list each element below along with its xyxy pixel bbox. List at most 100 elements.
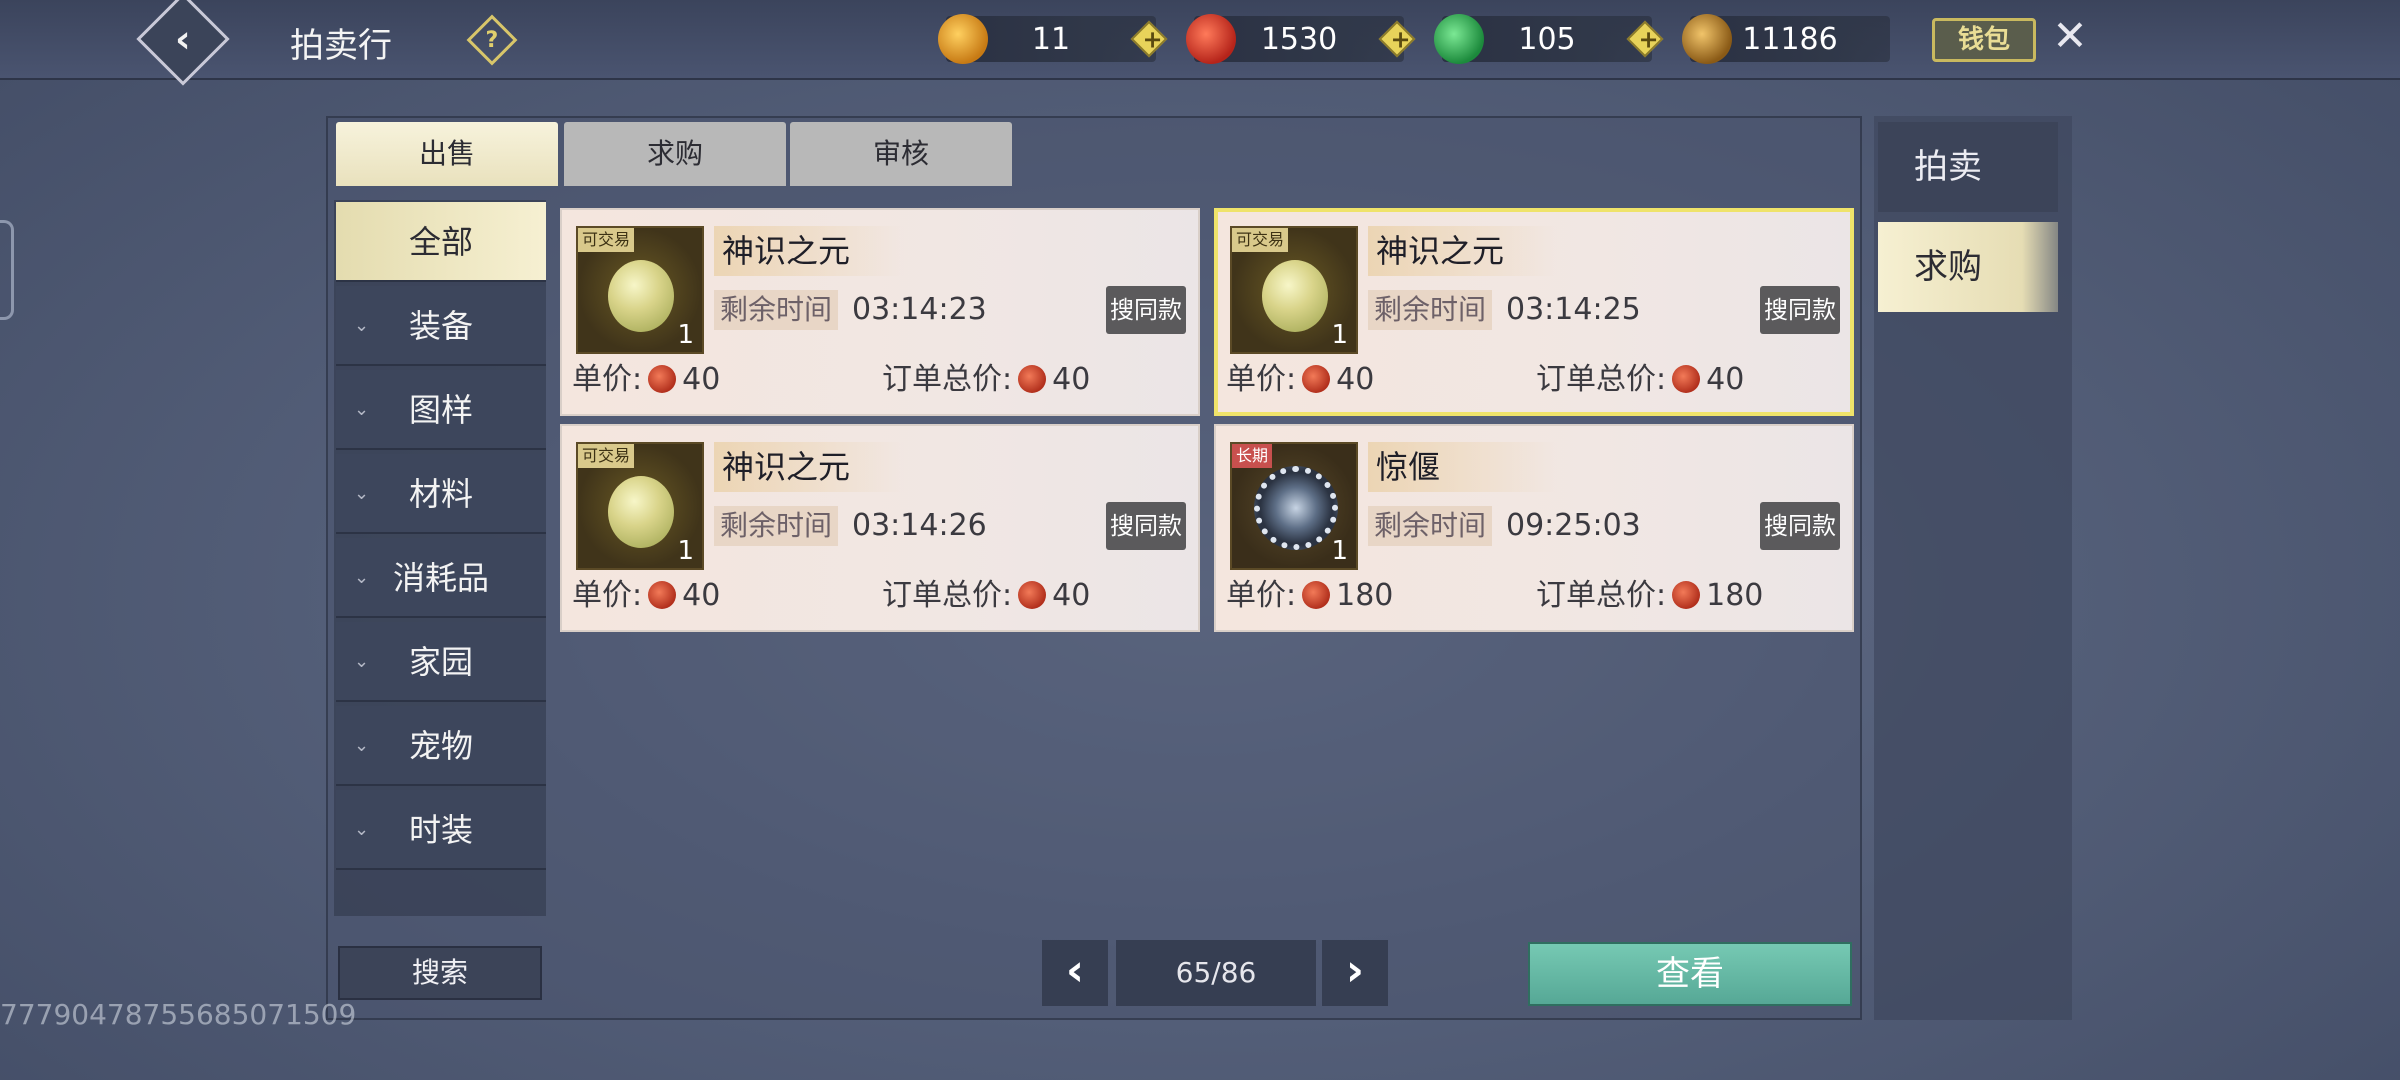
remaining-time-label: 剩余时间 bbox=[714, 506, 839, 546]
chevron-down-icon: ⌄ bbox=[354, 483, 370, 504]
total-price: 订单总价: 40 bbox=[882, 362, 1091, 397]
ring-icon bbox=[1254, 466, 1338, 550]
red-coin-icon bbox=[1186, 14, 1236, 64]
unit-price: 单价: 40 bbox=[1226, 362, 1375, 397]
tab-buy-request[interactable]: 求购 bbox=[564, 122, 786, 186]
search-same-button[interactable]: 搜同款 bbox=[1760, 286, 1840, 334]
chevron-down-icon: ⌄ bbox=[354, 819, 370, 840]
search-button[interactable]: 搜索 bbox=[338, 946, 542, 1000]
item-quantity: 1 bbox=[1331, 320, 1348, 350]
chevron-left-icon: ‹ bbox=[1065, 945, 1085, 996]
search-same-button[interactable]: 搜同款 bbox=[1760, 502, 1840, 550]
category-consumables[interactable]: ⌄ 消耗品 bbox=[336, 538, 546, 618]
red-coin-icon bbox=[1672, 580, 1701, 609]
red-coin-icon bbox=[1018, 364, 1047, 393]
user-id-watermark: 7779047875568507150​9 bbox=[0, 998, 357, 1031]
remaining-time-label: 剩余时间 bbox=[1368, 290, 1493, 330]
item-thumbnail: 可交易 1 bbox=[576, 226, 704, 354]
tradable-tag: 可交易 bbox=[1232, 228, 1289, 252]
tab-review[interactable]: 审核 bbox=[790, 122, 1012, 186]
chevron-down-icon: ⌄ bbox=[354, 567, 370, 588]
top-bar: ‹ 拍卖行 ? 11 1530 105 11186 钱包 ✕ bbox=[0, 0, 2400, 86]
item-name: 惊偃 bbox=[1368, 442, 1558, 492]
red-coin-icon bbox=[1302, 364, 1331, 393]
currency-red: 1530 bbox=[1186, 14, 1416, 64]
category-equipment[interactable]: ⌄ 装备 bbox=[336, 286, 546, 366]
unit-price: 单价: 180 bbox=[1226, 578, 1394, 613]
unit-price: 单价: 40 bbox=[572, 362, 721, 397]
unit-price: 单价: 40 bbox=[572, 578, 721, 613]
remaining-time-label: 剩余时间 bbox=[714, 290, 839, 330]
tab-sell[interactable]: 出售 bbox=[336, 122, 558, 186]
category-home[interactable]: ⌄ 家园 bbox=[336, 622, 546, 702]
item-thumbnail: 可交易 1 bbox=[1230, 226, 1358, 354]
prev-page-button[interactable]: ‹ bbox=[1042, 940, 1108, 1006]
total-price: 订单总价: 180 bbox=[1536, 578, 1764, 613]
next-page-button[interactable]: › bbox=[1322, 940, 1388, 1006]
total-price: 订单总价: 40 bbox=[882, 578, 1091, 613]
item-quantity: 1 bbox=[677, 320, 694, 350]
orb-icon bbox=[608, 476, 674, 548]
search-same-button[interactable]: 搜同款 bbox=[1106, 286, 1186, 334]
left-edge-handle[interactable] bbox=[0, 220, 14, 320]
page-title: 拍卖行 bbox=[290, 26, 392, 66]
item-name: 神识之元 bbox=[714, 442, 904, 492]
category-all[interactable]: 全部 bbox=[336, 202, 546, 282]
back-button[interactable]: ‹ bbox=[136, 0, 230, 86]
category-patterns[interactable]: ⌄ 图样 bbox=[336, 370, 546, 450]
search-same-button[interactable]: 搜同款 bbox=[1106, 502, 1186, 550]
gold-coin-icon bbox=[938, 14, 988, 64]
red-coin-icon bbox=[1672, 364, 1701, 393]
item-thumbnail: 可交易 1 bbox=[576, 442, 704, 570]
page-indicator: 65/86 bbox=[1116, 940, 1316, 1006]
chevron-down-icon: ⌄ bbox=[354, 315, 370, 336]
wallet-button[interactable]: 钱包 bbox=[1932, 18, 2036, 62]
tradable-tag: 可交易 bbox=[578, 228, 635, 252]
category-fashion[interactable]: ⌄ 时装 bbox=[336, 790, 546, 870]
add-gold-button[interactable] bbox=[1130, 20, 1168, 58]
chevron-down-icon: ⌄ bbox=[354, 735, 370, 756]
question-mark-icon: ? bbox=[485, 27, 499, 53]
currency-green: 105 bbox=[1434, 14, 1664, 64]
listing-card-selected[interactable]: 可交易 1 神识之元 剩余时间 03:14:25 搜同款 单价: 40 订单总价:… bbox=[1214, 208, 1854, 416]
total-price: 订单总价: 40 bbox=[1536, 362, 1745, 397]
chevron-down-icon: ⌄ bbox=[354, 651, 370, 672]
remaining-time-label: 剩余时间 bbox=[1368, 506, 1493, 546]
red-coin-icon bbox=[648, 364, 677, 393]
long-term-tag: 长期 bbox=[1232, 444, 1273, 468]
category-materials[interactable]: ⌄ 材料 bbox=[336, 454, 546, 534]
red-coin-icon bbox=[648, 580, 677, 609]
add-green-button[interactable] bbox=[1626, 20, 1664, 58]
remaining-time: 03:14:25 bbox=[1506, 292, 1641, 327]
orb-icon bbox=[1262, 260, 1328, 332]
listing-card[interactable]: 长期 1 惊偃 剩余时间 09:25:03 搜同款 单价: 180 订单总价: 18… bbox=[1214, 424, 1854, 632]
side-tab-buy-request[interactable]: 求购 bbox=[1878, 222, 2058, 312]
chevron-down-icon: ⌄ bbox=[354, 399, 370, 420]
item-thumbnail: 长期 1 bbox=[1230, 442, 1358, 570]
chevron-right-icon: › bbox=[1345, 945, 1365, 996]
listing-card[interactable]: 可交易 1 神识之元 剩余时间 03:14:26 搜同款 单价: 40 订单总价:… bbox=[560, 424, 1200, 632]
red-coin-icon bbox=[1302, 580, 1331, 609]
item-quantity: 1 bbox=[1331, 536, 1348, 566]
item-name: 神识之元 bbox=[714, 226, 904, 276]
remaining-time: 09:25:03 bbox=[1506, 508, 1641, 543]
orb-icon bbox=[608, 260, 674, 332]
close-icon[interactable]: ✕ bbox=[2046, 12, 2094, 60]
add-red-button[interactable] bbox=[1378, 20, 1416, 58]
red-coin-icon bbox=[1018, 580, 1047, 609]
listing-card[interactable]: 可交易 1 神识之元 剩余时间 03:14:23 搜同款 单价: 40 订单总价:… bbox=[560, 208, 1200, 416]
category-pets[interactable]: ⌄ 宠物 bbox=[336, 706, 546, 786]
remaining-time: 03:14:26 bbox=[852, 508, 987, 543]
tradable-tag: 可交易 bbox=[578, 444, 635, 468]
view-button[interactable]: 查看 bbox=[1528, 942, 1852, 1006]
currency-copper: 11186 bbox=[1682, 14, 1890, 64]
chevron-left-icon: ‹ bbox=[175, 16, 191, 61]
item-quantity: 1 bbox=[677, 536, 694, 566]
green-jade-icon bbox=[1434, 14, 1484, 64]
help-button[interactable]: ? bbox=[466, 14, 518, 66]
item-name: 神识之元 bbox=[1368, 226, 1558, 276]
copper-coin-icon bbox=[1682, 14, 1732, 64]
remaining-time: 03:14:23 bbox=[852, 292, 987, 327]
side-tab-auction[interactable]: 拍卖 bbox=[1878, 122, 2058, 212]
currency-gold: 11 bbox=[938, 14, 1168, 64]
